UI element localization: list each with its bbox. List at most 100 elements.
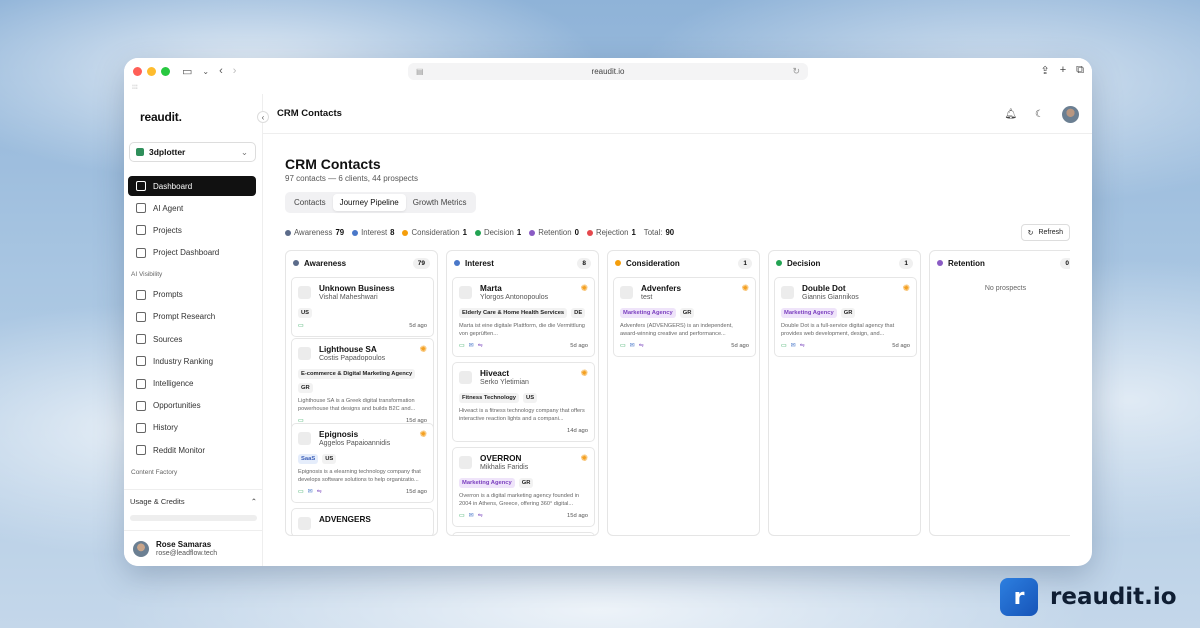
sidebar: reaudit. ‹ 3dplotter ⌄ Dashboard AI Agent… <box>124 94 269 566</box>
video-icon[interactable]: ▭ <box>298 488 304 495</box>
browser-chrome: ▭ ⌄ ‹ › ▤ reaudit.io ↻ ⇪ + ⧉ <box>124 58 1092 84</box>
link-icon[interactable]: ⇋ <box>800 342 805 349</box>
legend-label: Awareness <box>294 228 333 237</box>
company-description: Lighthouse SA is a Greek digital transfo… <box>298 398 416 412</box>
user-profile[interactable]: Rose Samaras rose@leadflow.tech <box>124 530 263 566</box>
sidebar-item[interactable]: Intelligence <box>128 374 256 394</box>
contact-card[interactable]: Epignosis Aggelos Papaioannidis ✺ SaaS US Epi… <box>291 423 434 503</box>
sidebar-item[interactable]: Project Dashboard <box>128 243 256 263</box>
mail-icon[interactable]: ✉ <box>469 342 474 349</box>
legend-count: 8 <box>390 228 395 237</box>
mail-icon[interactable]: ✉ <box>469 512 474 519</box>
sparkle-icon: ✺ <box>419 429 427 439</box>
refresh-button[interactable]: ↻ Refresh <box>1020 224 1070 241</box>
card-header: Lighthouse SA Costis Papadopoulos <box>298 345 427 362</box>
contact-card[interactable]: Advenfers test ✺ Marketing Agency GR Advenfer… <box>613 277 756 357</box>
video-icon[interactable]: ▭ <box>459 342 465 349</box>
url-text: reaudit.io <box>591 67 625 76</box>
contact-card[interactable]: Double Dot Giannis Giannikos ✺ Marketing Ag… <box>774 277 917 357</box>
contact-card[interactable]: OVERRON Mikhalis Faridis ✺ Marketing Agency… <box>452 447 595 527</box>
video-icon[interactable]: ▭ <box>620 342 626 349</box>
sidebar-item-label: Prompt Research <box>153 312 216 322</box>
sidebar-item-label: Intelligence <box>153 379 194 388</box>
sidebar-item[interactable]: Dashboard <box>128 176 256 196</box>
sidebar-item[interactable]: Industry Ranking <box>128 351 256 371</box>
contact-card[interactable]: Lighthouse SA Costis Papadopoulos ✺ E-comme… <box>291 338 434 432</box>
new-tab-icon[interactable]: + <box>1060 64 1066 77</box>
moon-icon[interactable]: ☾ <box>1035 109 1044 120</box>
forward-icon[interactable]: › <box>233 65 237 77</box>
link-icon[interactable]: ⇋ <box>639 342 644 349</box>
link-icon[interactable]: ⇋ <box>478 342 483 349</box>
back-icon[interactable]: ‹ <box>219 65 223 77</box>
tab-strip: ⁞⁞⁞ <box>124 84 1092 94</box>
last-activity: 14d ago <box>567 427 588 434</box>
legend-total: Total: 90 <box>644 228 674 237</box>
sidebar-item-label: Prompts <box>153 290 183 300</box>
tag: GR <box>518 478 534 488</box>
contact-person: Mikhalis Faridis <box>480 464 529 471</box>
close-button[interactable] <box>133 66 142 76</box>
company-description: Advenfers (ADVENGERS) is an independent,… <box>620 323 733 337</box>
maximize-button[interactable] <box>161 66 170 76</box>
mail-icon[interactable]: ✉ <box>308 488 313 495</box>
card-header: Epignosis Aggelos Papaioannidis <box>298 430 427 447</box>
page-title: CRM Contacts <box>277 108 342 119</box>
bell-icon[interactable]: 🔔︎ <box>1004 109 1017 120</box>
usage-credits[interactable]: Usage & Credits ⌃ <box>124 489 263 528</box>
sidebar-item[interactable]: Prompt Research <box>128 307 256 327</box>
contact-card[interactable] <box>452 532 595 535</box>
contact-card[interactable]: ADVENGERS <box>291 508 434 535</box>
avatar[interactable] <box>1062 106 1079 123</box>
chevron-down-icon[interactable]: ⌄ <box>202 67 209 76</box>
pipeline-column: Decision 1 Double Dot Giannis Giannikos ✺ Mar… <box>768 250 921 536</box>
legend-count: 0 <box>574 228 579 237</box>
nav-item-icon <box>136 181 146 191</box>
sidebar-item[interactable]: Reddit Monitor <box>128 440 256 460</box>
tabs-overview-icon[interactable]: ⧉ <box>1076 64 1084 77</box>
sidebar-item[interactable]: Prompts <box>128 285 256 305</box>
mail-icon[interactable]: ✉ <box>791 342 796 349</box>
card-footer: ▭ ✉ ⇋ 5d ago <box>459 341 588 350</box>
project-selector[interactable]: 3dplotter ⌄ <box>129 142 256 162</box>
sidebar-toggle-icon[interactable]: ▭ <box>182 65 192 78</box>
building-icon <box>298 432 311 445</box>
contact-card[interactable]: Unknown Business Vishal Maheshwari US ▭ 5d a… <box>291 277 434 337</box>
share-icon[interactable]: ⇪ <box>1040 64 1049 77</box>
avatar <box>133 540 149 557</box>
contact-card[interactable]: Hiveact Serko Yletimian ✺ Fitness Technolog… <box>452 362 595 442</box>
legend-item: Decision 1 <box>474 228 521 237</box>
company-description: Hiveact is a fitness technology company … <box>459 408 585 422</box>
refresh-icon: ↻ <box>1027 229 1034 237</box>
sidebar-item[interactable]: Projects <box>128 220 256 240</box>
total-value: 90 <box>665 228 675 237</box>
card-footer: ▭ ✉ ⇋ 15d ago <box>298 487 427 496</box>
mail-icon[interactable]: ✉ <box>630 342 635 349</box>
chevron-up-icon[interactable]: ⌃ <box>251 497 257 506</box>
legend-label: Consideration <box>411 228 460 237</box>
app-logo[interactable]: reaudit. <box>140 110 182 124</box>
reload-icon[interactable]: ↻ <box>792 66 800 77</box>
sidebar-item[interactable]: Sources <box>128 329 256 349</box>
tag: US <box>322 454 337 464</box>
sidebar-item[interactable]: Opportunities <box>128 396 256 416</box>
tab-journey-pipeline[interactable]: Journey Pipeline <box>332 194 406 211</box>
link-icon[interactable]: ⇋ <box>317 488 322 495</box>
tag: US <box>298 308 313 318</box>
contact-card[interactable]: Marta Ylorgos Antonopoulos ✺ Elderly Care &… <box>452 277 595 357</box>
video-icon[interactable]: ▭ <box>459 512 465 519</box>
link-icon[interactable]: ⇋ <box>478 512 483 519</box>
sidebar-item[interactable]: AI Agent <box>128 198 256 218</box>
minimize-button[interactable] <box>147 66 156 76</box>
address-bar[interactable]: ▤ reaudit.io ↻ <box>408 63 808 80</box>
video-icon[interactable]: ▭ <box>298 322 304 329</box>
tab-growth-metrics[interactable]: Growth Metrics <box>406 194 474 211</box>
video-icon[interactable]: ▭ <box>781 342 787 349</box>
sidebar-item[interactable]: History <box>128 418 256 438</box>
tab-contacts[interactable]: Contacts <box>287 194 333 211</box>
collapse-sidebar-icon[interactable]: ‹ <box>257 111 269 123</box>
tag-list: Marketing Agency GR <box>781 308 910 318</box>
nav-item-icon <box>136 400 146 411</box>
card-title-block: Hiveact Serko Yletimian <box>480 369 529 386</box>
stage-legend: Awareness 79 Interest 8 Consideration 1 Decisi… <box>285 228 674 237</box>
